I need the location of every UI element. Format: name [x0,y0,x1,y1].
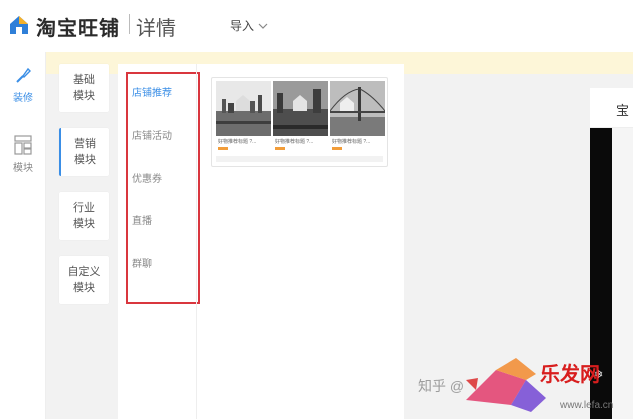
category-label: 模块 [73,282,95,294]
taobao-shop-logo-icon [10,16,28,34]
rail-item-label: 装修 [13,93,33,104]
category-custom-module[interactable]: 自定义 模块 [59,256,109,304]
shop-recommend-module-card[interactable]: 好物推荐标题 ?... 好物推荐标题 ?... 好物推荐标题 ?... [211,77,388,167]
price-tag [275,147,285,150]
brand-name: 淘宝旺铺 [36,18,120,40]
category-basic-module[interactable]: 基础 模块 [59,64,109,112]
import-dropdown[interactable]: 导入 [230,17,268,34]
bridge-photo-icon [330,81,385,136]
left-rail: 装修 模块 [0,52,46,419]
product-thumbnail [216,81,271,136]
category-label: 模块 [73,218,95,230]
category-label: 行业 [73,202,95,214]
rail-item-label: 模块 [13,163,33,174]
page-subtitle: 详情 [136,18,176,40]
product-caption: 好物推荐标题 ?... [332,139,371,145]
city-photo-icon [273,81,328,136]
panel-divider [196,64,197,419]
import-label: 导入 [230,19,255,33]
sub-item-shop-activity[interactable]: 店铺活动 [132,127,172,142]
rail-item-module[interactable]: 模块 [0,134,46,174]
city-photo-icon [216,81,271,136]
top-header: 淘宝旺铺 详情 导入 [0,0,633,52]
category-column: 基础 模块 营销 模块 行业 模块 自定义 模块 [52,64,112,419]
rail-item-decorate[interactable]: 装修 [0,66,46,104]
category-label: 模块 [73,90,95,102]
category-label: 自定义 [67,266,101,278]
product-caption: 好物推荐标题 ?... [275,139,314,145]
sub-item-group-chat[interactable]: 群聊 [132,255,152,270]
chevron-down-icon [258,23,268,29]
category-industry-module[interactable]: 行业 模块 [59,192,109,240]
product-thumbnail [330,81,385,136]
price-tag [218,147,228,150]
category-label: 模块 [74,154,96,166]
brand-divider [129,14,130,34]
price-tag [332,147,342,150]
site-url: www.lefa.cn [560,400,614,411]
product-thumbnail [273,81,328,136]
category-marketing-module[interactable]: 营销 模块 [59,128,109,176]
preview-header: 宝 [590,88,633,128]
brush-icon [16,67,31,83]
module-icon [14,135,32,155]
product-caption: 好物推荐标题 ?... [218,139,257,145]
category-label: 基础 [73,74,95,86]
sub-item-coupon[interactable]: 优惠券 [132,170,162,185]
site-name: 乐发网 [540,362,600,386]
sub-item-shop-recommend[interactable]: 店铺推荐 [132,84,172,99]
category-label: 营销 [74,138,96,150]
card-footer-bar [216,156,383,162]
sub-item-live[interactable]: 直播 [132,212,152,227]
